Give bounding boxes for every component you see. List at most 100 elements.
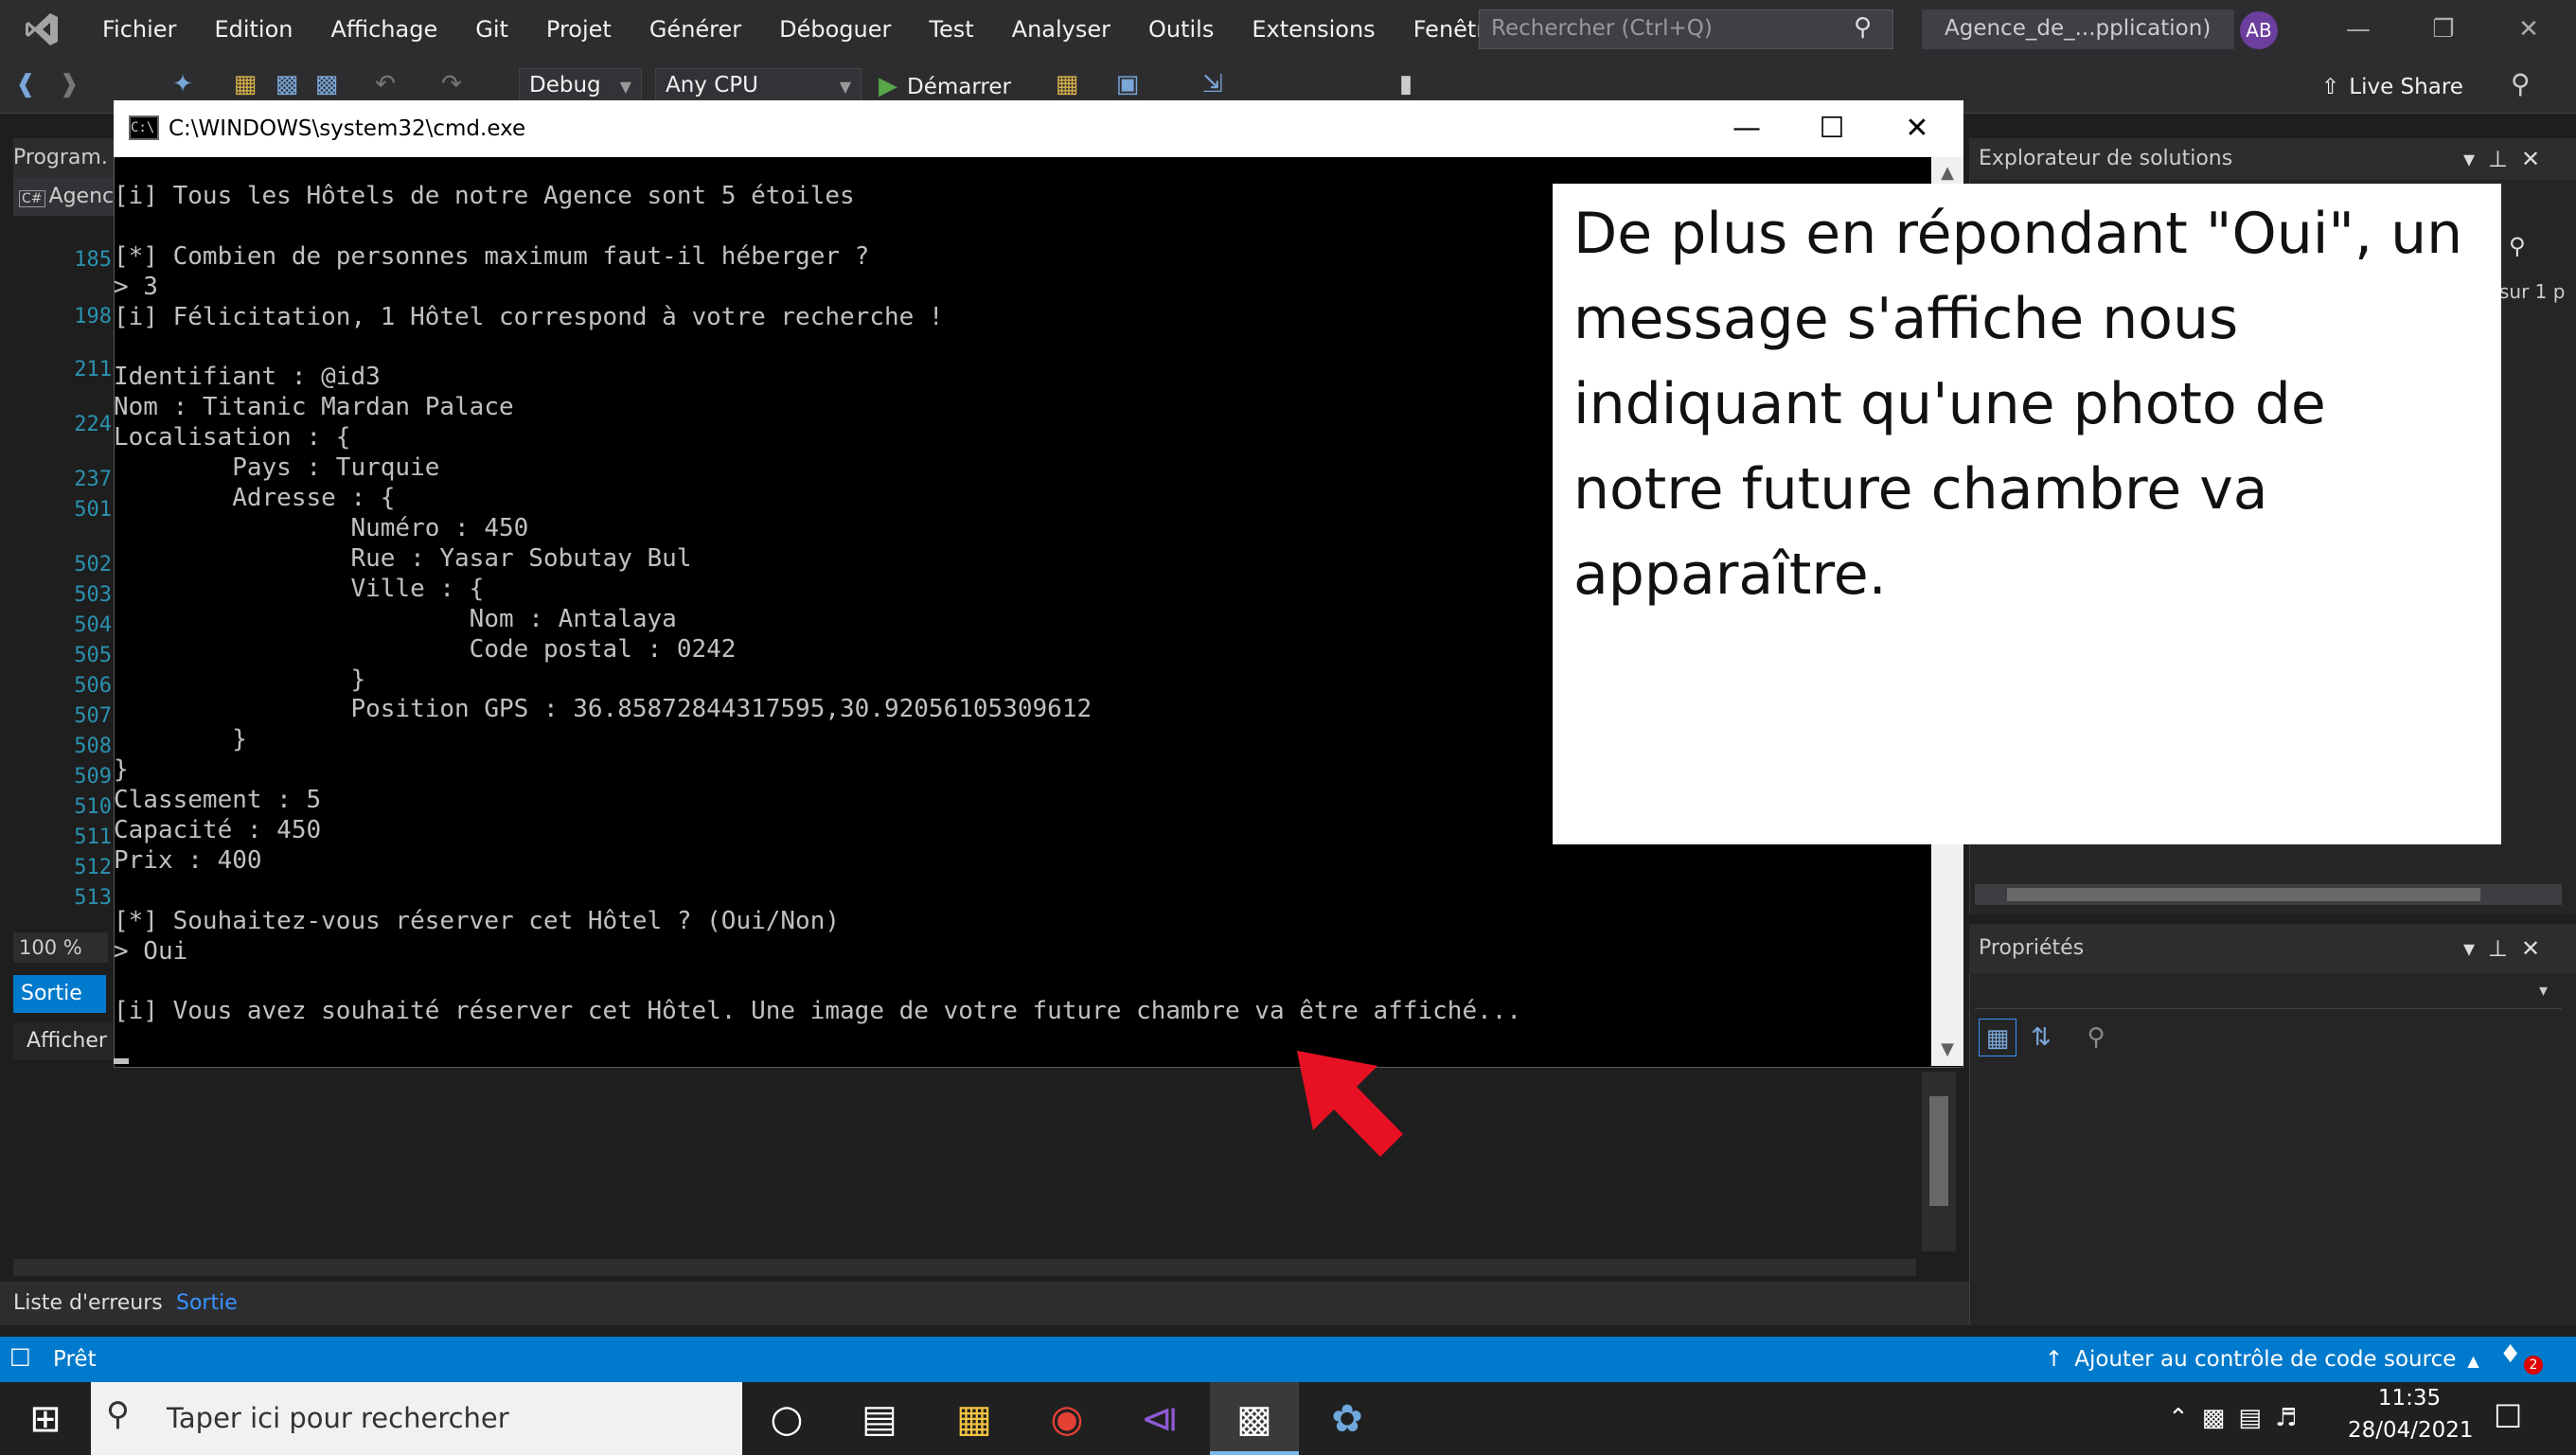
open-folder-icon[interactable]: ▦ bbox=[231, 68, 259, 100]
clock-time[interactable]: 11:35 bbox=[2348, 1386, 2471, 1418]
panel-controls[interactable]: ▾⊥✕ bbox=[2463, 138, 2567, 180]
chevron-down-icon[interactable]: ▾ bbox=[2539, 981, 2558, 1005]
bottom-tab-strip bbox=[0, 1282, 1969, 1325]
menu-git[interactable]: Git bbox=[456, 0, 527, 59]
line-number: 224 bbox=[74, 413, 112, 436]
close-icon[interactable]: ✕ bbox=[2521, 935, 2553, 962]
save-all-icon[interactable]: ▩ bbox=[312, 68, 341, 100]
menu-fichier[interactable]: Fichier bbox=[83, 0, 195, 59]
editor-project-label: Agenc bbox=[48, 185, 115, 208]
cortana-icon[interactable]: ○ bbox=[744, 1388, 829, 1450]
new-project-icon[interactable]: ✦ bbox=[169, 68, 197, 100]
redo-icon[interactable]: ↷ bbox=[437, 68, 466, 100]
file-explorer-icon[interactable]: ▦ bbox=[932, 1388, 1017, 1450]
forward-icon[interactable]: ❱ bbox=[55, 68, 83, 100]
menu-edition[interactable]: Edition bbox=[195, 0, 311, 59]
clock-date[interactable]: 28/04/2021 bbox=[2348, 1418, 2474, 1450]
play-icon: ▶ bbox=[879, 72, 897, 100]
show-output-label: Afficher bbox=[13, 1022, 115, 1060]
solution-name[interactable]: Agence_de_...pplication) bbox=[1922, 9, 2234, 49]
menu-outils[interactable]: Outils bbox=[1129, 0, 1233, 59]
chevron-down-icon[interactable]: ▾ bbox=[2463, 935, 2488, 962]
editor-tab[interactable]: Program. bbox=[13, 138, 117, 178]
chevron-down-icon[interactable]: ▾ bbox=[2463, 146, 2488, 172]
output-horizontal-scrollbar[interactable] bbox=[13, 1259, 1916, 1276]
app-icon[interactable]: ✿ bbox=[1305, 1388, 1390, 1450]
properties-object-select[interactable] bbox=[1975, 977, 2562, 1009]
minimize-icon[interactable]: — bbox=[2325, 6, 2391, 53]
undo-icon[interactable]: ↶ bbox=[371, 68, 400, 100]
status-text: Prêt bbox=[53, 1347, 97, 1372]
live-share-button[interactable]: ⇧ Live Share bbox=[2321, 68, 2473, 106]
output-pane[interactable] bbox=[13, 1064, 1967, 1270]
tab-output[interactable]: Sortie bbox=[176, 1286, 261, 1322]
line-number: 504 bbox=[74, 613, 112, 637]
close-icon[interactable]: ✕ bbox=[2496, 6, 2562, 53]
source-control-button[interactable]: ↑ Ajouter au contrôle de code source ▲ bbox=[2045, 1337, 2479, 1382]
menu-deboguer[interactable]: Déboguer bbox=[760, 0, 910, 59]
task-view-icon[interactable]: ▤ bbox=[837, 1388, 922, 1450]
pin-icon[interactable]: ⊥ bbox=[2488, 146, 2521, 172]
output-scroll-thumb[interactable] bbox=[1929, 1096, 1948, 1206]
volume-icon[interactable]: ♬ bbox=[2275, 1404, 2310, 1432]
tool-icon[interactable]: ▣ bbox=[1113, 68, 1142, 100]
search-icon[interactable]: ⚲ bbox=[2509, 233, 2547, 267]
menu-affichage[interactable]: Affichage bbox=[311, 0, 456, 59]
line-number: 501 bbox=[74, 498, 112, 522]
pin-icon[interactable]: ⊥ bbox=[2488, 935, 2521, 962]
step-icon[interactable]: ⇲ bbox=[1199, 68, 1227, 100]
action-center-icon[interactable]: □ bbox=[2494, 1395, 2537, 1441]
live-share-label: Live Share bbox=[2349, 75, 2463, 99]
console-line: Prix : 400 bbox=[114, 845, 262, 875]
tab-output-left[interactable]: Sortie bbox=[13, 975, 106, 1013]
taskbar-search-input[interactable]: Taper ici pour rechercher bbox=[91, 1382, 742, 1455]
chevron-up-icon[interactable]: ⌃ bbox=[2168, 1404, 2202, 1432]
menu-analyser[interactable]: Analyser bbox=[993, 0, 1129, 59]
wrench-icon[interactable]: ⚲ bbox=[2077, 1019, 2115, 1056]
menu-extensions[interactable]: Extensions bbox=[1233, 0, 1394, 59]
source-control-label: Ajouter au contrôle de code source bbox=[2074, 1347, 2457, 1372]
menu-test[interactable]: Test bbox=[910, 0, 992, 59]
restore-icon[interactable]: ❐ bbox=[2410, 6, 2477, 53]
configuration-select[interactable]: Debug ▼ bbox=[519, 68, 642, 104]
menu-generer[interactable]: Générer bbox=[631, 0, 760, 59]
solution-scroll-thumb[interactable] bbox=[2007, 888, 2480, 901]
line-number: 506 bbox=[74, 674, 112, 698]
line-number: 237 bbox=[74, 468, 112, 491]
windows-start-icon[interactable]: ⊞ bbox=[17, 1392, 74, 1446]
feedback-icon[interactable]: ⚲ bbox=[2511, 68, 2545, 102]
platform-select[interactable]: Any CPU ▼ bbox=[655, 68, 862, 104]
maximize-icon[interactable]: ☐ bbox=[1789, 100, 1874, 157]
search-input[interactable]: Rechercher (Ctrl+Q) bbox=[1479, 9, 1893, 49]
visual-studio-icon[interactable]: ⧏ bbox=[1117, 1388, 1202, 1450]
tab-error-list[interactable]: Liste d'erreurs bbox=[13, 1286, 184, 1322]
close-icon[interactable]: ✕ bbox=[2521, 146, 2553, 172]
line-number: 513 bbox=[74, 886, 112, 910]
line-number: 508 bbox=[74, 735, 112, 758]
battery-icon[interactable]: ▩ bbox=[2202, 1404, 2239, 1432]
scroll-down-icon[interactable]: ▼ bbox=[1931, 1034, 1963, 1066]
network-icon[interactable]: ▤ bbox=[2238, 1404, 2275, 1432]
browse-icon[interactable]: ▦ bbox=[1053, 68, 1081, 100]
system-tray[interactable]: ⌃▩▤♬ bbox=[2168, 1395, 2348, 1441]
editor-project-dropdown[interactable]: C# Agenc bbox=[13, 178, 117, 216]
categorized-icon[interactable]: ▦ bbox=[1979, 1019, 2016, 1056]
panel-controls[interactable]: ▾⊥✕ bbox=[2463, 928, 2567, 969]
chrome-icon[interactable]: ◉ bbox=[1024, 1388, 1110, 1450]
red-arrow-icon bbox=[1297, 1051, 1403, 1157]
back-icon[interactable]: ❰ bbox=[11, 68, 40, 100]
sort-alpha-icon[interactable]: ⇅ bbox=[2022, 1019, 2060, 1056]
cmd-window-title: C:\WINDOWS\system32\cmd.exe bbox=[169, 116, 526, 141]
cmd-icon: ▩ bbox=[1236, 1397, 1272, 1441]
zoom-level[interactable]: 100 % bbox=[13, 932, 108, 963]
search-icon[interactable]: ⚲ bbox=[1854, 13, 1882, 42]
save-icon[interactable]: ▩ bbox=[273, 68, 301, 100]
bookmark-icon[interactable]: ▮ bbox=[1392, 68, 1420, 100]
avatar[interactable]: AB bbox=[2240, 11, 2278, 49]
minimize-icon[interactable]: — bbox=[1704, 100, 1789, 157]
solution-tree-item[interactable]: sur 1 p bbox=[2499, 280, 2576, 309]
close-icon[interactable]: ✕ bbox=[1874, 100, 1960, 157]
menu-projet[interactable]: Projet bbox=[527, 0, 631, 59]
line-number: 198 bbox=[74, 305, 112, 328]
line-number: 211 bbox=[74, 358, 112, 381]
